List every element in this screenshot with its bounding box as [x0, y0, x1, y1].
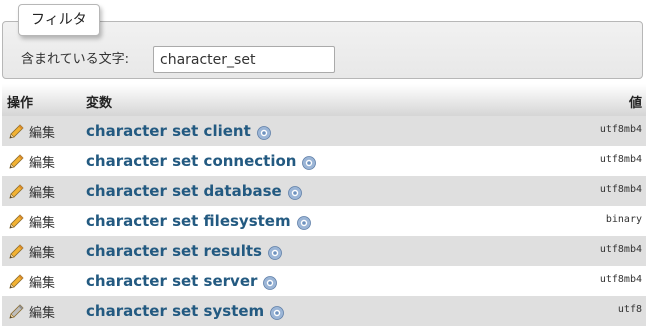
variable-name-link[interactable]: character set system: [86, 302, 285, 320]
pencil-icon: [9, 153, 24, 169]
variable-name-link[interactable]: character set client: [86, 122, 271, 140]
edit-link[interactable]: 編集: [7, 212, 55, 231]
pencil-icon: [9, 273, 24, 289]
edit-label: 編集: [29, 276, 56, 291]
variable-name-link[interactable]: character set filesystem: [86, 212, 311, 230]
header-variable: 変数: [86, 96, 113, 111]
edit-label: 編集: [29, 246, 56, 261]
page: フィルタ 含まれている文字: 操作 変数 値 編集 character set c…: [0, 0, 649, 331]
table-row: 編集 character set connection utf8mb4: [2, 146, 646, 176]
edit-label: 編集: [29, 306, 56, 321]
variables-table: 操作 変数 値 編集 character set client utf8mb4 編集 c…: [2, 84, 646, 326]
table-row: 編集 character set filesystem binary: [2, 206, 646, 236]
variable-value: utf8mb4: [599, 184, 642, 195]
variable-name: character set system: [86, 302, 265, 320]
table-row: 編集 character set client utf8mb4: [2, 116, 646, 146]
variable-name: character set server: [86, 272, 258, 290]
variable-name-link[interactable]: character set connection: [86, 152, 317, 170]
variable-name: character set database: [86, 182, 282, 200]
variable-value: utf8: [617, 304, 642, 315]
header-value: 値: [628, 96, 642, 111]
variable-value: binary: [605, 214, 642, 225]
help-icon[interactable]: [263, 275, 278, 290]
table-row: 編集 character set server utf8mb4: [2, 266, 646, 296]
edit-link[interactable]: 編集: [7, 122, 55, 141]
help-icon[interactable]: [287, 185, 302, 200]
help-icon[interactable]: [302, 155, 317, 170]
table-header: 操作 変数 値: [2, 84, 646, 116]
edit-link[interactable]: 編集: [7, 242, 55, 261]
table-row: 編集 character set results utf8mb4: [2, 236, 646, 266]
filter-label: 含まれている文字:: [21, 52, 129, 67]
help-icon[interactable]: [256, 125, 271, 140]
variable-value: utf8mb4: [599, 274, 642, 285]
pencil-icon: [9, 183, 24, 199]
help-icon[interactable]: [268, 245, 282, 260]
filter-legend: フィルタ: [18, 4, 100, 36]
variable-name: character set results: [86, 242, 262, 260]
help-icon[interactable]: [270, 305, 285, 320]
table-row: 編集 character set database utf8mb4: [2, 176, 646, 206]
pencil-icon: [9, 123, 24, 139]
edit-label: 編集: [29, 126, 56, 141]
header-ops: 操作: [7, 96, 34, 111]
variable-name-link[interactable]: character set database: [86, 182, 302, 200]
variable-value: utf8mb4: [599, 244, 642, 255]
edit-link[interactable]: 編集: [7, 272, 55, 291]
variable-name: character set connection: [86, 152, 297, 170]
variable-value: utf8mb4: [599, 124, 642, 135]
edit-label: 編集: [29, 156, 56, 171]
edit-link[interactable]: 編集: [7, 152, 55, 171]
edit-label: 編集: [29, 216, 56, 231]
variable-name: character set client: [86, 122, 251, 140]
pencil-icon: [9, 243, 24, 259]
edit-label: 編集: [29, 186, 56, 201]
table-body: 編集 character set client utf8mb4 編集 character…: [2, 116, 646, 326]
pencil-icon: [9, 303, 24, 319]
pencil-icon: [9, 213, 24, 229]
variable-name: character set filesystem: [86, 212, 291, 230]
filter-input[interactable]: [153, 46, 335, 73]
variable-name-link[interactable]: character set results: [86, 242, 282, 260]
edit-link[interactable]: 編集: [7, 302, 55, 321]
variable-name-link[interactable]: character set server: [86, 272, 278, 290]
edit-link[interactable]: 編集: [7, 182, 55, 201]
variable-value: utf8mb4: [599, 154, 642, 165]
help-icon[interactable]: [296, 215, 311, 230]
table-row: 編集 character set system utf8: [2, 296, 646, 326]
